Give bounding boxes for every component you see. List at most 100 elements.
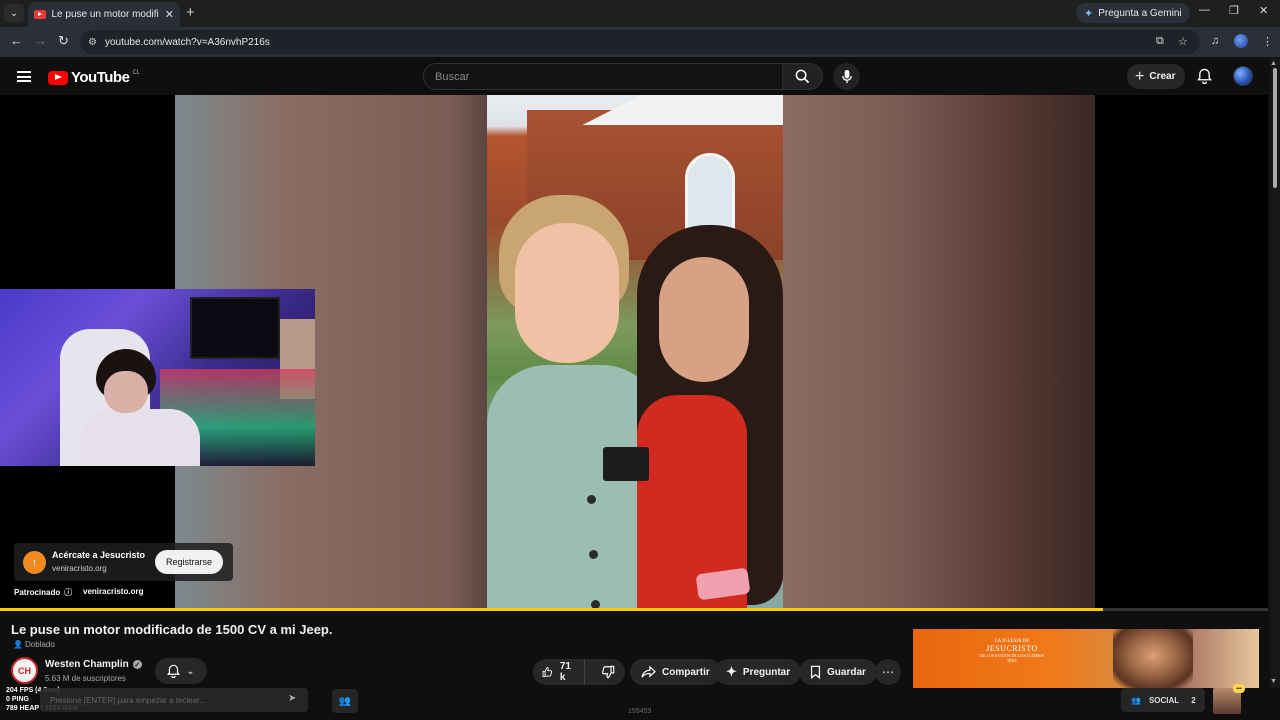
- players-button[interactable]: 👥: [332, 689, 358, 713]
- country-code: CL: [132, 69, 141, 76]
- browser-tab-strip: ⌄ Le puse un motor modificado de 1500 CV…: [0, 0, 1280, 27]
- people-icon: 👥: [1131, 695, 1141, 705]
- sparkle-icon: ✦: [726, 664, 737, 679]
- bookmark-icon: [810, 665, 821, 679]
- video-frame: [487, 95, 783, 611]
- social-count: 2: [1191, 695, 1196, 705]
- channel-name-link[interactable]: Westen Champlin ✓: [45, 659, 142, 670]
- ad-register-button[interactable]: Registrarse: [155, 550, 224, 574]
- chat-input[interactable]: Presione [ENTER] para empezar a teclear.…: [40, 688, 308, 712]
- share-label: Compartir: [662, 666, 710, 678]
- reload-icon[interactable]: ↻: [58, 33, 69, 49]
- info-icon[interactable]: ⓘ: [64, 587, 72, 598]
- dubbed-badge: 👤 Doblado: [13, 640, 55, 649]
- person-right-image: [637, 225, 783, 611]
- dubbed-person-icon: 👤: [13, 640, 23, 649]
- gemini-label: Pregunta a Gemini: [1098, 7, 1182, 19]
- video-player[interactable]: ↑ Acércate a Jesucristo veniracristo.org…: [0, 95, 1268, 611]
- save-button[interactable]: Guardar: [799, 659, 877, 685]
- minimize-icon[interactable]: —: [1199, 4, 1210, 16]
- progress-fill: [0, 608, 1104, 611]
- ad-overlay-card[interactable]: ↑ Acércate a Jesucristo veniracristo.org…: [14, 543, 233, 581]
- youtube-favicon-icon: [34, 10, 46, 19]
- subscriber-count: 5.63 M de suscriptores: [45, 674, 126, 683]
- media-controls-icon[interactable]: ♫: [1211, 35, 1219, 47]
- like-button[interactable]: 71 k: [533, 659, 585, 685]
- create-button[interactable]: + Crear: [1127, 64, 1186, 89]
- new-tab-button[interactable]: +: [186, 4, 195, 21]
- search-input[interactable]: Buscar: [423, 63, 783, 90]
- ad-site: veniracristo.org: [52, 564, 107, 573]
- save-label: Guardar: [827, 666, 866, 678]
- send-icon[interactable]: ➤: [288, 693, 296, 704]
- logo-wordmark: YouTube: [71, 69, 130, 86]
- banner-logo-text: LA IGLESIA DE JESUCRISTO DE LOS SANTOS D…: [980, 639, 1044, 663]
- browser-menu-icon[interactable]: ⋮: [1262, 35, 1273, 48]
- search-icon: [795, 69, 810, 84]
- browser-tab-active[interactable]: Le puse un motor modificado de 1500 CV a…: [28, 2, 180, 27]
- social-button[interactable]: 👥 SOCIAL 2: [1121, 688, 1205, 712]
- gemini-button[interactable]: ✦ Pregunta a Gemini: [1076, 3, 1190, 23]
- voice-search-button[interactable]: [833, 63, 860, 90]
- scrollbar-thumb[interactable]: [1273, 68, 1277, 188]
- youtube-masthead: YouTube CL Buscar + Crear: [0, 57, 1268, 95]
- bookmark-star-icon[interactable]: ☆: [1178, 35, 1188, 48]
- ad-logo-icon: ↑: [23, 551, 46, 574]
- more-actions-button[interactable]: ⋯: [875, 659, 901, 685]
- dislike-button[interactable]: [591, 659, 625, 685]
- thumbs-down-icon: [602, 665, 615, 679]
- site-info-icon[interactable]: ⚙: [88, 37, 97, 48]
- address-bar[interactable]: ⚙ youtube.com/watch?v=A36nvhP216s: [80, 30, 1200, 54]
- channel-name: Westen Champlin: [45, 659, 129, 670]
- account-avatar[interactable]: [1233, 66, 1253, 86]
- guide-menu-icon[interactable]: [17, 71, 31, 82]
- url-text: youtube.com/watch?v=A36nvhP216s: [104, 36, 270, 48]
- search-placeholder: Buscar: [435, 70, 470, 83]
- chat-placeholder: Presione [ENTER] para empezar a teclear.…: [50, 695, 207, 705]
- create-label: Crear: [1149, 71, 1176, 82]
- browser-profile-avatar[interactable]: [1234, 34, 1248, 48]
- tab-search-button[interactable]: ⌄: [4, 4, 24, 22]
- sponsored-label: Patrocinado ⓘ: [14, 587, 72, 598]
- youtube-logo[interactable]: YouTube CL: [48, 69, 140, 86]
- browser-toolbar: ← → ↻ ⚙ youtube.com/watch?v=A36nvhP216s …: [0, 27, 1280, 57]
- ask-label: Preguntar: [742, 666, 791, 678]
- chat-badge-icon: •••: [1233, 684, 1245, 693]
- search-button[interactable]: [782, 63, 823, 90]
- more-horizontal-icon: ⋯: [882, 665, 894, 679]
- install-app-icon[interactable]: ⧉: [1156, 35, 1164, 48]
- notifications-bell-icon[interactable]: [1197, 68, 1212, 89]
- video-title: Le puse un motor modificado de 1500 CV a…: [11, 622, 333, 637]
- chevron-down-icon: ⌄: [9, 7, 19, 19]
- sponsored-text: Patrocinado: [14, 588, 61, 597]
- chevron-down-icon: ⌄: [186, 665, 195, 677]
- subscription-notifications-button[interactable]: ⌄: [155, 658, 207, 684]
- sponsored-site-link[interactable]: veniracristo.org: [83, 587, 143, 596]
- scroll-up-arrow-icon[interactable]: ▲: [1270, 60, 1277, 67]
- video-progress-bar[interactable]: [0, 608, 1268, 611]
- channel-avatar[interactable]: CH: [11, 657, 38, 684]
- restore-icon[interactable]: ❐: [1229, 4, 1239, 17]
- social-label: SOCIAL: [1148, 695, 1180, 705]
- like-dislike-group: 71 k: [533, 659, 625, 685]
- verified-check-icon: ✓: [132, 660, 142, 669]
- tab-close-icon[interactable]: ✕: [165, 8, 174, 21]
- ad-title: Acércate a Jesucristo: [52, 550, 146, 560]
- name-tag-image: [603, 447, 649, 481]
- plus-icon: +: [1135, 67, 1145, 85]
- like-count: 71 k: [559, 661, 571, 683]
- arched-window-image: [685, 153, 735, 233]
- page-scrollbar[interactable]: [1270, 58, 1280, 688]
- forward-arrow-icon[interactable]: →: [34, 33, 47, 48]
- scroll-down-arrow-icon[interactable]: ▼: [1270, 678, 1277, 685]
- youtube-play-icon: [48, 70, 68, 85]
- share-arrow-icon: [641, 665, 656, 678]
- banner-portrait-image: [1113, 629, 1193, 688]
- share-button[interactable]: Compartir: [630, 659, 721, 685]
- microphone-icon: [841, 69, 852, 84]
- church-banner-ad[interactable]: LA IGLESIA DE JESUCRISTO DE LOS SANTOS D…: [913, 629, 1259, 688]
- close-window-icon[interactable]: ✕: [1259, 4, 1268, 17]
- dubbed-label: Doblado: [24, 640, 55, 649]
- ask-button[interactable]: ✦ Preguntar: [715, 659, 802, 685]
- back-arrow-icon[interactable]: ←: [10, 33, 23, 48]
